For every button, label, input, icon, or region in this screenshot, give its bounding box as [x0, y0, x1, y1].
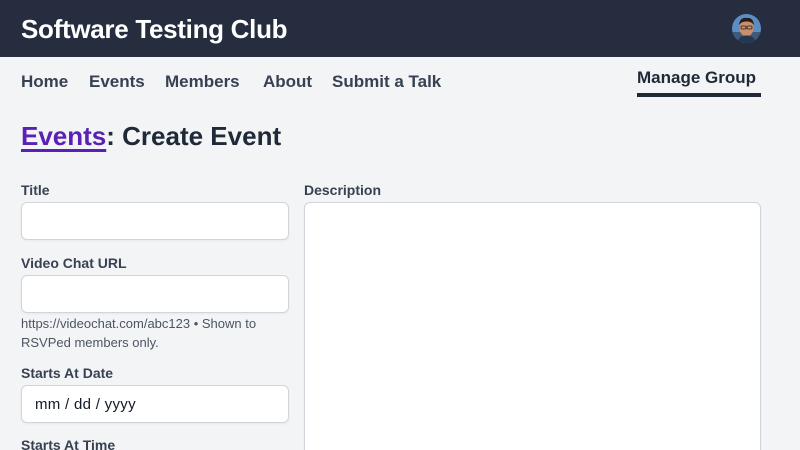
starts-at-time-label: Starts At Time	[21, 437, 116, 450]
video-chat-url-input[interactable]	[21, 275, 289, 313]
page-title: Events: Create Event	[21, 120, 281, 152]
user-avatar[interactable]	[732, 14, 761, 43]
site-title[interactable]: Software Testing Club	[21, 13, 288, 45]
active-tab-indicator	[637, 93, 761, 97]
top-bar: Software Testing Club	[0, 0, 800, 57]
video-chat-url-label: Video Chat URL	[21, 255, 127, 271]
description-label: Description	[304, 182, 382, 198]
nav-events[interactable]: Events	[89, 72, 145, 92]
title-input[interactable]	[21, 202, 289, 240]
nav-members[interactable]: Members	[165, 72, 240, 92]
title-label: Title	[21, 182, 50, 198]
starts-at-date-label: Starts At Date	[21, 365, 114, 381]
starts-at-date-input[interactable]	[21, 385, 289, 423]
nav-manage-group[interactable]: Manage Group	[637, 68, 756, 88]
avatar-image	[732, 14, 761, 43]
breadcrumb-events-link[interactable]: Events	[21, 121, 106, 151]
description-textarea[interactable]	[304, 202, 761, 450]
nav-submit-talk[interactable]: Submit a Talk	[332, 72, 441, 92]
nav-about[interactable]: About	[263, 72, 312, 92]
page-title-text: : Create Event	[106, 121, 282, 151]
video-chat-url-hint: https://videochat.com/abc123 • Shown to …	[21, 316, 257, 350]
nav-home[interactable]: Home	[21, 72, 68, 92]
